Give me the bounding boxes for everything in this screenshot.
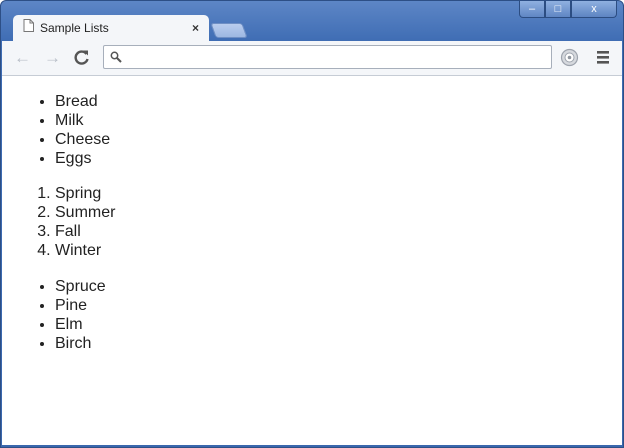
back-button[interactable]: ← [14, 49, 31, 66]
title-bar: – □ x Sample Lists × [1, 1, 623, 41]
tab-close-icon[interactable]: × [192, 21, 199, 35]
list-item: Spruce [55, 277, 106, 296]
list-item: Cheese [55, 130, 110, 149]
reload-icon [74, 50, 89, 65]
toolbar: ← → [2, 41, 622, 76]
list-item: Milk [55, 111, 110, 130]
page-icon [23, 19, 34, 37]
omnibox[interactable] [103, 45, 552, 69]
minimize-button[interactable]: – [519, 1, 545, 18]
menu-icon[interactable] [597, 51, 609, 69]
forward-button[interactable]: → [44, 49, 61, 66]
seasons-list: Spring Summer Fall Winter [2, 184, 115, 260]
window-controls: – □ x [519, 1, 617, 19]
list-item: Winter [55, 241, 115, 260]
list-item: Bread [55, 92, 110, 111]
address-input[interactable] [128, 48, 546, 66]
list-item: Birch [55, 334, 106, 353]
close-window-button[interactable]: x [571, 1, 617, 18]
browser-window: – □ x Sample Lists × ← → • Bread • Milk … [0, 0, 624, 448]
extension-icon[interactable] [560, 48, 579, 72]
tab-title: Sample Lists [40, 21, 109, 35]
page-content: Bread Milk Cheese Eggs Spring Summer Fal… [2, 76, 622, 445]
list-item: Pine [55, 296, 106, 315]
list-item: Spring [55, 184, 115, 203]
list-item: Eggs [55, 149, 110, 168]
groceries-list: Bread Milk Cheese Eggs [2, 92, 110, 168]
reload-button[interactable] [73, 49, 90, 71]
trees-list: Spruce Pine Elm Birch [2, 277, 106, 353]
list-item: Fall [55, 222, 115, 241]
list-item: Summer [55, 203, 115, 222]
list-item: Elm [55, 315, 106, 334]
tab-sample-lists[interactable]: Sample Lists × [13, 15, 209, 41]
maximize-button[interactable]: □ [545, 1, 571, 18]
new-tab-button[interactable] [210, 23, 248, 38]
search-icon [110, 50, 122, 68]
